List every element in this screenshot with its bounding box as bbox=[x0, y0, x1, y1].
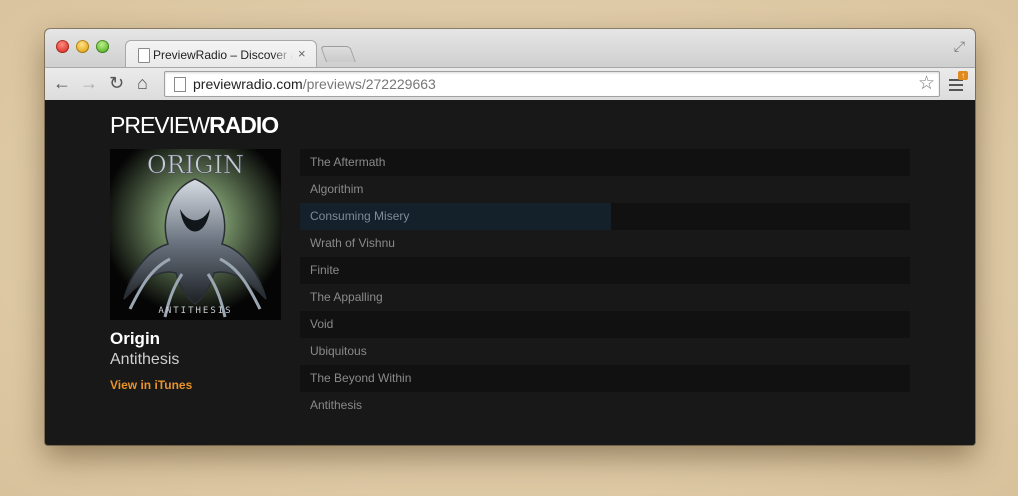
album-title: Antithesis bbox=[110, 351, 180, 368]
itunes-link[interactable]: View in iTunes bbox=[110, 378, 192, 392]
reload-icon[interactable]: ↻ bbox=[109, 72, 124, 94]
cover-title: ORIGIN bbox=[147, 151, 244, 179]
browser-window: PreviewRadio – Discover and × ⤢ ← → ↻ ⌂ … bbox=[45, 29, 975, 445]
forward-icon[interactable]: → bbox=[80, 72, 98, 94]
track-title: The Beyond Within bbox=[310, 371, 412, 385]
page-content: PREVIEWRADIO ORIGIN ANTITHESIS Origin An… bbox=[45, 100, 975, 445]
cover-subtitle: ANTITHESIS bbox=[158, 306, 232, 316]
track-title: Void bbox=[310, 317, 334, 331]
back-icon[interactable]: ← bbox=[53, 72, 71, 94]
home-icon[interactable]: ⌂ bbox=[137, 72, 148, 94]
album-cover-art: ORIGIN ANTITHESIS bbox=[110, 149, 281, 320]
album-cover: ORIGIN ANTITHESIS bbox=[110, 149, 281, 320]
title-bar: PreviewRadio – Discover and × ⤢ bbox=[45, 29, 975, 69]
page-icon bbox=[138, 48, 150, 63]
tab-close-icon[interactable]: × bbox=[298, 46, 306, 61]
url-host: previewradio.com bbox=[193, 76, 303, 92]
address-bar[interactable]: previewradio.com/previews/272229663 ☆ bbox=[164, 71, 940, 97]
track-title: Finite bbox=[310, 263, 340, 277]
track-row[interactable]: Ubiquitous bbox=[300, 338, 910, 365]
track-title: Ubiquitous bbox=[310, 344, 367, 358]
track-row[interactable]: Void bbox=[300, 311, 910, 338]
track-title: The Appalling bbox=[310, 290, 383, 304]
zoom-window-button[interactable] bbox=[96, 40, 109, 53]
track-title: Wrath of Vishnu bbox=[310, 236, 395, 250]
track-row[interactable]: The Beyond Within bbox=[300, 365, 910, 392]
update-badge-icon: ↑ bbox=[958, 71, 968, 80]
site-logo[interactable]: PREVIEWRADIO bbox=[110, 112, 279, 139]
url-path: /previews/272229663 bbox=[302, 76, 436, 92]
track-row[interactable]: The Aftermath bbox=[300, 149, 910, 176]
track-row[interactable]: Algorithim bbox=[300, 176, 910, 203]
menu-icon[interactable]: ↑ bbox=[949, 71, 969, 93]
track-title: Algorithim bbox=[310, 182, 364, 196]
track-title: The Aftermath bbox=[310, 155, 386, 169]
url-text[interactable]: previewradio.com/previews/272229663 bbox=[193, 76, 436, 92]
track-row[interactable]: Consuming Misery bbox=[300, 203, 910, 230]
page-icon bbox=[174, 77, 186, 92]
close-window-button[interactable] bbox=[56, 40, 69, 53]
expand-icon[interactable]: ⤢ bbox=[954, 38, 965, 55]
track-row[interactable]: Wrath of Vishnu bbox=[300, 230, 910, 257]
minimize-window-button[interactable] bbox=[76, 40, 89, 53]
track-title: Antithesis bbox=[310, 398, 363, 412]
star-icon[interactable]: ☆ bbox=[918, 72, 935, 95]
browser-toolbar: ← → ↻ ⌂ previewradio.com/previews/272229… bbox=[45, 67, 975, 102]
browser-tab[interactable]: PreviewRadio – Discover and × bbox=[125, 40, 317, 69]
tab-title: PreviewRadio – Discover and bbox=[153, 48, 293, 62]
track-row[interactable]: Antithesis bbox=[300, 392, 910, 419]
track-list: The Aftermath Algorithim Consuming Misery W… bbox=[300, 149, 910, 419]
track-row[interactable]: The Appalling bbox=[300, 284, 910, 311]
track-row[interactable]: Finite bbox=[300, 257, 910, 284]
new-tab-button[interactable] bbox=[320, 46, 356, 62]
track-title: Consuming Misery bbox=[310, 209, 410, 223]
artist-name: Origin bbox=[110, 329, 161, 348]
